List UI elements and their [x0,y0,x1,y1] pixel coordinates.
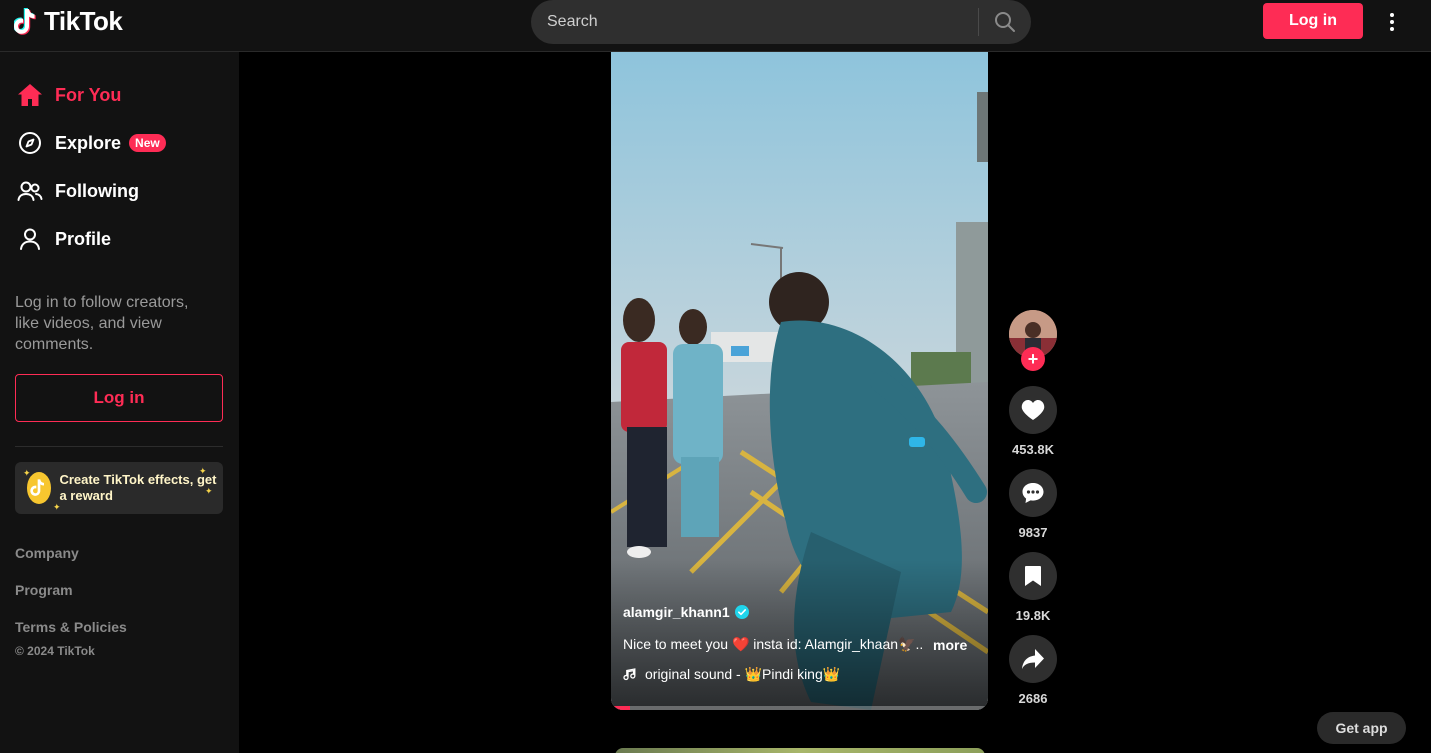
create-effects-card[interactable]: Create TikTok effects, get a reward ✦ ✦ … [15,462,223,514]
top-header: TikTok Log in [0,0,1431,52]
video-progress-fill [611,706,630,710]
home-icon [17,82,43,108]
save-button[interactable] [1009,552,1057,600]
compass-icon [17,130,43,156]
search-input[interactable] [531,0,978,44]
nav-explore-label: Explore [55,132,122,153]
sparkle-icon: ✦ [199,466,207,476]
sidebar-login-button[interactable]: Log in [15,374,223,422]
footer-link-terms[interactable]: Terms & Policies [15,619,127,635]
login-prompt-text: Log in to follow creators, like videos, … [15,294,189,353]
video-sound-name: original sound - 👑Pindi king👑 [645,666,841,682]
search-bar [531,0,1031,44]
logo-text: TikTok [44,6,123,36]
new-badge: New [129,134,166,152]
bookmark-icon [1025,566,1041,586]
sparkle-icon: ✦ [23,468,31,478]
footer-link-company[interactable]: Company [15,545,79,561]
get-app-button[interactable]: Get app [1317,712,1406,744]
comment-count: 9837 [1018,525,1048,540]
person-icon [17,226,43,252]
like-button[interactable] [1009,386,1057,434]
users-icon [17,178,43,204]
save-count: 19.8K [1015,608,1051,623]
nav-for-you-label: For You [55,84,122,105]
copyright-text: © 2024 TikTok [15,644,95,658]
share-icon [1022,649,1044,669]
share-button[interactable] [1009,635,1057,683]
like-count: 453.8K [1012,442,1054,457]
comment-icon [1022,483,1044,503]
music-note-icon [623,667,636,680]
video-caption: Nice to meet you ❤️ insta id: Alamgir_kh… [623,636,973,653]
more-vertical-icon [1390,13,1394,31]
nav-profile-label: Profile [55,228,112,249]
search-icon [995,12,1015,32]
left-sidebar: For You Explore New Following Profile Lo… [0,52,239,753]
comment-button[interactable] [1009,469,1057,517]
video-player[interactable]: alamgir_khann1 Nice to meet you ❤️ insta… [611,52,988,710]
search-button[interactable] [979,0,1031,44]
video-sound[interactable]: original sound - 👑Pindi king👑 [623,666,840,683]
nav-profile[interactable]: Profile [17,224,111,254]
next-video-preview[interactable] [615,748,985,753]
tiktok-logo[interactable]: TikTok [14,6,123,37]
sparkle-icon: ✦ [205,486,213,496]
share-count: 2686 [1018,691,1048,706]
heart-icon [1021,400,1045,420]
sparkle-icon: ✦ [53,502,61,512]
more-menu-button[interactable] [1380,8,1404,36]
footer-link-program[interactable]: Program [15,582,73,598]
video-caption-text: Nice to meet you ❤️ insta id: Alamgir_kh… [623,636,923,652]
nav-explore[interactable]: Explore New [17,128,166,158]
verified-badge-icon [734,605,749,619]
nav-following-label: Following [55,180,139,201]
nav-for-you[interactable]: For You [17,80,121,110]
caption-more-button[interactable]: more [933,637,967,653]
header-login-button[interactable]: Log in [1263,3,1363,39]
video-author-row[interactable]: alamgir_khann1 [623,604,749,620]
sidebar-divider [15,446,223,447]
video-progress-track[interactable] [611,706,988,710]
nav-following[interactable]: Following [17,176,139,206]
video-author-name[interactable]: alamgir_khann1 [623,604,730,620]
tiktok-logo-icon [14,7,36,35]
follow-plus-button[interactable]: + [1021,347,1045,371]
video-overlay-gradient [611,560,988,710]
